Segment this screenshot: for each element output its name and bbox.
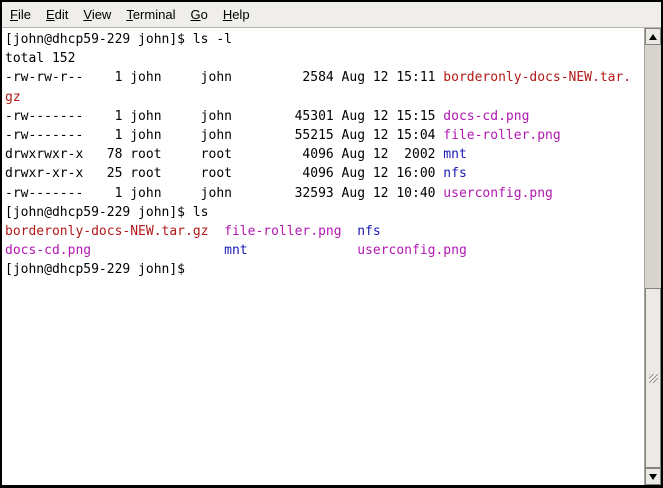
terminal-line: total 152 [5,49,644,68]
down-arrow-icon [649,474,657,480]
terminal-content: [john@dhcp59-229 john]$ ls -ltotal 152-r… [2,28,661,485]
menu-go[interactable]: Go [190,4,214,25]
grip-lines-icon [649,374,658,383]
terminal-line: [john@dhcp59-229 john]$ [5,260,644,279]
terminal-line: [john@dhcp59-229 john]$ ls -l [5,30,644,49]
terminal-line: drwxrwxr-x 78 root root 4096 Aug 12 2002… [5,145,644,164]
scroll-up-button[interactable] [645,28,661,45]
scroll-down-button[interactable] [645,468,661,485]
terminal-output[interactable]: [john@dhcp59-229 john]$ ls -ltotal 152-r… [2,28,644,485]
scrollbar-thumb[interactable] [645,288,661,468]
menu-file[interactable]: File [10,4,38,25]
scrollbar[interactable] [644,28,661,485]
terminal-line: -rw------- 1 john john 32593 Aug 12 10:4… [5,184,644,203]
menu-help[interactable]: Help [223,4,257,25]
terminal-line: [john@dhcp59-229 john]$ ls [5,203,644,222]
terminal-line: gz [5,88,644,107]
menu-view[interactable]: View [83,4,118,25]
menu-terminal[interactable]: Terminal [126,4,182,25]
terminal-line: borderonly-docs-NEW.tar.gz file-roller.p… [5,222,644,241]
terminal-line: -rw------- 1 john john 45301 Aug 12 15:1… [5,107,644,126]
terminal-window: File Edit View Terminal Go Help [john@dhcp59-… [0,0,663,488]
menu-edit[interactable]: Edit [46,4,75,25]
up-arrow-icon [649,34,657,40]
scrollbar-trough[interactable] [645,45,661,468]
menubar: File Edit View Terminal Go Help [2,2,661,28]
terminal-line: drwxr-xr-x 25 root root 4096 Aug 12 16:0… [5,164,644,183]
terminal-line: -rw-rw-r-- 1 john john 2584 Aug 12 15:11… [5,68,644,87]
terminal-line: docs-cd.png mnt userconfig.png [5,241,644,260]
terminal-line: -rw------- 1 john john 55215 Aug 12 15:0… [5,126,644,145]
